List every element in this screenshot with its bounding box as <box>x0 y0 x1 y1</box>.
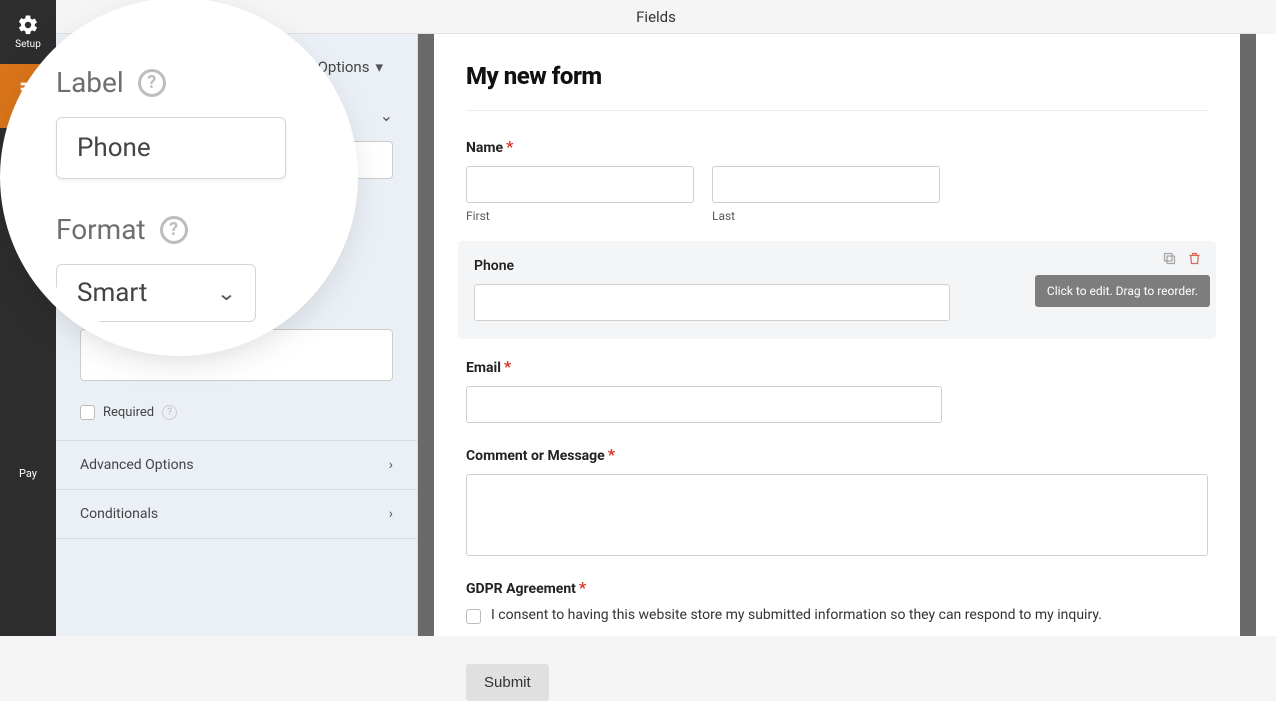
main-area: My new form Name* First Last Phone <box>418 34 1256 636</box>
name-label: Name <box>466 140 503 156</box>
chevron-right-icon: › <box>389 457 393 473</box>
required-asterisk: * <box>504 357 511 376</box>
last-sublabel: Last <box>712 209 940 223</box>
field-name[interactable]: Name* First Last <box>466 137 1208 223</box>
gdpr-checkbox[interactable] <box>466 609 481 624</box>
form-title: My new form <box>466 62 1208 111</box>
email-label: Email <box>466 360 501 376</box>
submit-button[interactable]: Submit <box>466 664 549 701</box>
required-checkbox[interactable] <box>80 405 95 420</box>
phone-label: Phone <box>474 258 514 274</box>
field-phone-selected[interactable]: Phone Click to edit. Drag to reorder. <box>458 241 1216 339</box>
topbar-title: Fields <box>636 8 676 26</box>
gdpr-text: I consent to having this website store m… <box>491 607 1102 623</box>
first-name-input[interactable] <box>466 166 694 203</box>
zoom-label-input[interactable]: Phone <box>56 117 286 179</box>
help-icon[interactable]: ? <box>138 69 166 97</box>
zoom-format-select[interactable]: Smart ⌄ <box>56 264 256 322</box>
description-textarea[interactable] <box>80 329 393 381</box>
required-label: Required <box>103 405 154 420</box>
form-canvas: My new form Name* First Last Phone <box>434 34 1240 636</box>
first-sublabel: First <box>466 209 694 223</box>
message-label: Comment or Message <box>466 448 605 464</box>
chevron-down-icon: ⌄ <box>217 281 237 305</box>
required-asterisk: * <box>608 445 615 464</box>
required-row: Required ? <box>56 393 417 440</box>
chevron-down-icon[interactable]: ⌄ <box>380 106 393 125</box>
nav-setup-label: Setup <box>15 39 41 50</box>
zoom-label-heading: Label <box>56 66 124 99</box>
chevron-down-icon: ▾ <box>375 58 383 76</box>
required-asterisk: * <box>506 137 513 156</box>
chevron-right-icon: › <box>389 506 393 522</box>
gdpr-label: GDPR Agreement <box>466 581 576 597</box>
zoom-lens: Label ? Phone Format ? Smart ⌄ <box>14 12 344 342</box>
nav-setup[interactable]: Setup <box>0 0 56 64</box>
help-icon[interactable]: ? <box>162 405 177 420</box>
required-asterisk: * <box>579 578 586 597</box>
duplicate-icon[interactable] <box>1162 251 1177 266</box>
nav-payments[interactable]: Pay <box>0 405 56 480</box>
email-input[interactable] <box>466 386 942 423</box>
phone-input[interactable] <box>474 284 950 321</box>
advanced-options-row[interactable]: Advanced Options › <box>56 440 417 489</box>
right-strip <box>1256 34 1276 636</box>
zoom-format-heading: Format <box>56 213 146 246</box>
field-email[interactable]: Email* <box>466 357 1208 423</box>
help-icon[interactable]: ? <box>160 216 188 244</box>
conditionals-row[interactable]: Conditionals › <box>56 489 417 539</box>
trash-icon[interactable] <box>1187 251 1202 266</box>
last-name-input[interactable] <box>712 166 940 203</box>
gear-icon <box>17 14 39 36</box>
edit-tooltip: Click to edit. Drag to reorder. <box>1035 275 1210 307</box>
field-message[interactable]: Comment or Message* <box>466 445 1208 556</box>
field-gdpr[interactable]: GDPR Agreement* I consent to having this… <box>466 578 1208 624</box>
message-textarea[interactable] <box>466 474 1208 556</box>
